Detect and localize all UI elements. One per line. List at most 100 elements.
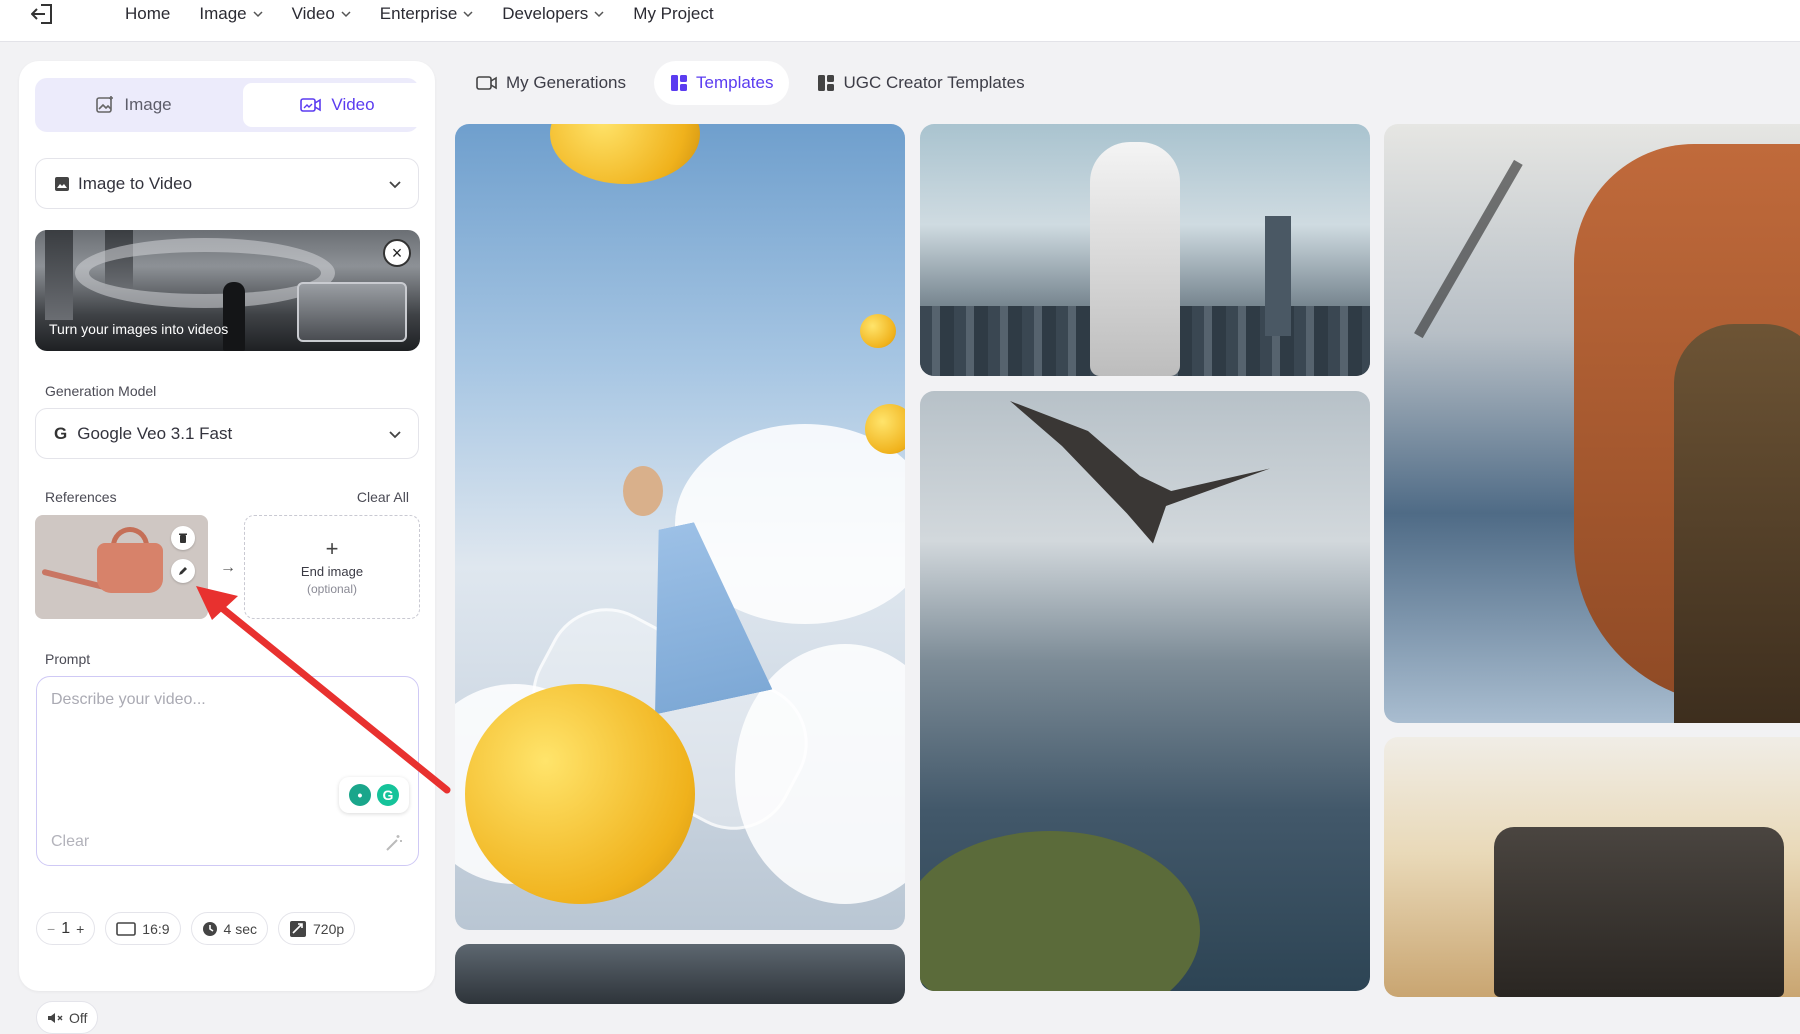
aspect-ratio-button[interactable]: 16:9: [105, 912, 181, 945]
nav-enterprise-label: Enterprise: [379, 4, 458, 23]
tab-ugc-label: UGC Creator Templates: [843, 73, 1025, 92]
workflow-value: Image to Video: [78, 173, 193, 193]
minus-icon[interactable]: −: [47, 921, 55, 937]
nav-menu: Home Image Video Enterprise Developers M…: [125, 0, 743, 28]
tab-ugc-creator-templates[interactable]: UGC Creator Templates: [801, 61, 1040, 105]
grammarly-widget[interactable]: • G: [339, 777, 409, 813]
audio-value: Off: [69, 1009, 88, 1026]
pilot-art: [1674, 324, 1800, 723]
references-label: References: [45, 489, 117, 505]
close-icon[interactable]: ×: [383, 239, 411, 267]
skyline-art: [1265, 216, 1291, 336]
exit-icon[interactable]: [28, 0, 58, 28]
edit-icon[interactable]: [171, 559, 195, 583]
tab-templates[interactable]: Templates: [654, 61, 790, 105]
prompt-clear-button[interactable]: Clear: [51, 833, 89, 851]
arrow-right-icon: →: [220, 559, 236, 576]
lemon-art: [550, 124, 700, 184]
grammarly-icon: G: [377, 784, 399, 806]
clear-all-button[interactable]: Clear All: [357, 489, 409, 505]
mode-video-button[interactable]: Video: [243, 83, 432, 127]
chevron-down-icon: [389, 181, 401, 189]
nav-developers-label: Developers: [502, 4, 589, 23]
robot-art: [1090, 142, 1180, 376]
woman-art: [623, 466, 663, 516]
model-select[interactable]: G Google Veo 3.1 Fast: [35, 408, 419, 459]
nav-developers[interactable]: Developers: [502, 4, 604, 24]
banner-art: [75, 238, 335, 308]
plus-icon: +: [325, 536, 339, 561]
nav-video-label: Video: [291, 4, 335, 23]
nav-my-project-label: My Project: [633, 4, 714, 23]
generation-sidebar: Image Video Image to Video Turn your ima…: [19, 61, 435, 1034]
resolution-value: 720p: [313, 920, 345, 937]
count-value: 1: [61, 919, 71, 937]
tab-templates-label: Templates: [696, 73, 774, 92]
end-image-title: End image: [300, 564, 364, 579]
aspect-value: 16:9: [142, 920, 170, 937]
start-image-reference[interactable]: [35, 515, 208, 619]
bag-image: [97, 543, 163, 593]
model-value: Google Veo 3.1 Fast: [77, 423, 233, 443]
duration-value: 4 sec: [223, 920, 257, 937]
gallery-tabs: My Generations Templates UGC Creator Tem…: [460, 61, 1041, 105]
tab-my-generations[interactable]: My Generations: [460, 61, 642, 105]
video-icon: [300, 98, 322, 112]
promo-banner: Turn your images into videos ×: [35, 230, 420, 351]
nav-video[interactable]: Video: [292, 4, 351, 24]
plus-icon[interactable]: +: [76, 921, 84, 937]
nav-home-label: Home: [125, 4, 171, 23]
chevron-down-icon: [341, 11, 351, 18]
lemon-art: [860, 314, 896, 348]
template-card-lemon-woman[interactable]: [455, 124, 905, 930]
template-card-truck[interactable]: [1384, 737, 1800, 997]
top-nav: Home Image Video Enterprise Developers M…: [0, 0, 1800, 42]
nav-enterprise[interactable]: Enterprise: [380, 4, 473, 24]
mode-video-label: Video: [331, 95, 375, 114]
prompt-input[interactable]: [51, 691, 401, 791]
banner-art: [223, 282, 245, 351]
nav-image-label: Image: [199, 4, 247, 23]
template-card-partial[interactable]: [455, 944, 905, 1004]
delete-icon[interactable]: [171, 526, 195, 550]
truck-art: [1494, 827, 1784, 997]
prompt-label: Prompt: [45, 651, 91, 667]
banner-thumbnail: [297, 282, 407, 342]
chevron-down-icon: [463, 11, 473, 18]
chevron-down-icon: [389, 431, 401, 439]
banner-text: Turn your images into videos: [49, 321, 229, 337]
nav-home[interactable]: Home: [125, 4, 170, 24]
template-card-dragon[interactable]: [920, 391, 1370, 991]
resolution-button[interactable]: 720p: [278, 912, 356, 945]
image-icon: [96, 96, 114, 113]
image-icon: [55, 176, 69, 191]
template-card-robot[interactable]: [920, 124, 1370, 376]
tab-my-generations-label: My Generations: [506, 73, 626, 92]
coast-art: [920, 831, 1200, 991]
mode-image-label: Image: [124, 95, 172, 114]
templates-icon: [671, 75, 687, 91]
template-card-plane-pilot[interactable]: [1384, 124, 1800, 723]
end-image-subtitle: (optional): [306, 582, 358, 596]
chevron-down-icon: [594, 11, 604, 18]
nav-my-project[interactable]: My Project: [633, 4, 713, 24]
duration-button[interactable]: 4 sec: [190, 912, 268, 945]
audio-toggle[interactable]: Off: [36, 1001, 99, 1034]
generation-model-label: Generation Model: [45, 383, 157, 399]
bulb-icon: •: [349, 784, 371, 806]
nav-image[interactable]: Image: [199, 4, 263, 24]
options-row: − 1 + 16:9 4 sec 720p: [36, 912, 356, 945]
chevron-down-icon: [253, 11, 263, 18]
workflow-select[interactable]: Image to Video: [35, 158, 419, 209]
ugc-templates-icon: [818, 75, 835, 91]
mute-icon: [48, 1012, 63, 1023]
count-stepper[interactable]: − 1 +: [36, 912, 96, 945]
banner-art: [45, 230, 73, 320]
mode-image-button[interactable]: Image: [40, 83, 227, 127]
gallery-icon: [476, 76, 497, 90]
resolution-icon: [290, 920, 306, 937]
end-image-upload[interactable]: + End image (optional): [244, 515, 420, 619]
magic-wand-icon[interactable]: [384, 833, 404, 853]
lemon-art: [465, 684, 695, 904]
dragon-art: [1010, 401, 1270, 544]
